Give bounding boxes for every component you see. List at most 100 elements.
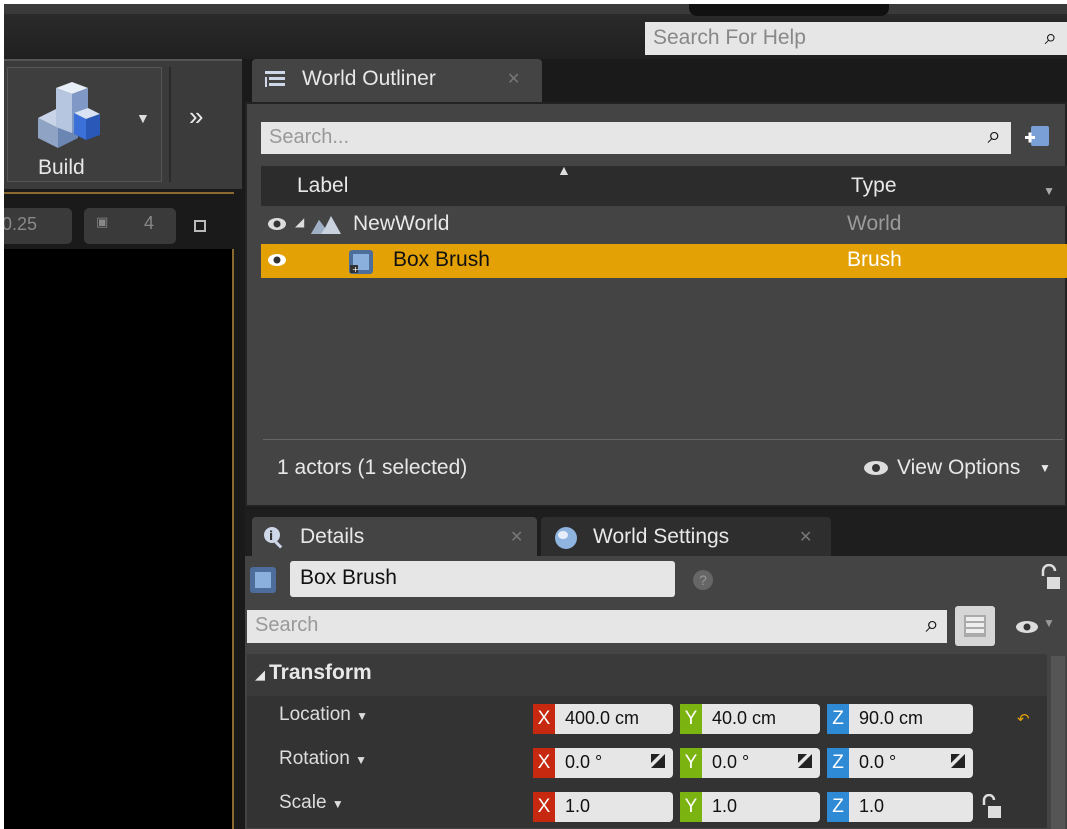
reset-to-default-icon[interactable]: ↶ [1017,710,1030,728]
chevron-down-icon: ▼ [356,709,369,723]
camera-icon: ▣ [96,214,109,229]
build-button[interactable]: ▼ Build [7,67,162,182]
outliner-search-input[interactable]: Search... ⌕ [261,122,1011,154]
scale-y-value: 1.0 [712,796,738,816]
column-type[interactable]: Type [851,174,897,198]
spin-handle-icon[interactable] [651,754,665,768]
brush-icon: + [349,250,373,274]
rotation-z-value: 0.0 ° [859,752,897,772]
spin-handle-icon[interactable] [951,754,965,768]
search-icon[interactable]: ⌕ [926,611,939,639]
toolbar-overflow-icon[interactable]: » [189,101,203,132]
outliner-row-box-brush[interactable]: + Box Brush Brush [261,244,1067,278]
eye-icon [864,461,888,475]
world-outliner-panel: Search... ⌕ ▲ Label Type ▼ ◢ NewWorld Wo… [245,102,1067,507]
scale-y-field[interactable]: 1.0 [702,792,820,822]
main-toolbar: ▼ Build » [4,59,242,189]
property-label[interactable]: Location ▼ [279,704,368,726]
lock-icon[interactable] [981,794,1003,820]
tab-label: World Outliner [302,67,436,90]
close-icon[interactable]: ✕ [510,527,523,547]
build-dropdown-icon[interactable]: ▼ [136,110,150,126]
axis-y-label: Y [680,748,702,778]
transform-section-header[interactable]: ◢ Transform [247,654,1047,696]
property-row-location: Location ▼ X 400.0 cm Y 40.0 cm Z 90.0 c… [247,696,1047,740]
details-search-input[interactable]: Search ⌕ [247,610,947,643]
build-label: Build [38,156,85,179]
column-label[interactable]: Label [297,174,348,198]
row-label: Box Brush [393,248,490,271]
lock-icon[interactable] [1039,564,1061,592]
editor-window: Search For Help ⌕ ▼ Build » 0.25 ▣ 4 Wor… [4,4,1067,829]
location-z-value: 90.0 cm [859,708,924,728]
property-matrix-button[interactable] [955,606,995,646]
sort-ascending-icon[interactable]: ▲ [557,162,571,178]
svg-text:+: + [352,265,359,274]
add-folder-icon[interactable] [1023,122,1053,152]
spin-handle-icon[interactable] [798,754,812,768]
location-y-value: 40.0 cm [712,708,777,728]
close-icon[interactable]: ✕ [507,69,520,89]
camera-speed-button[interactable]: ▣ 4 [84,208,176,244]
column-dropdown-icon[interactable]: ▼ [1043,184,1055,198]
scale-z-field[interactable]: 1.0 [849,792,973,822]
axis-x-label: X [533,792,555,822]
info-magnifier-icon: i [264,527,283,549]
visibility-eye-icon[interactable] [267,251,287,269]
property-row-scale: Scale ▼ X 1.0 Y 1.0 Z 1.0 [247,784,1047,828]
property-label[interactable]: Rotation ▼ [279,748,367,770]
axis-z-label: Z [827,792,849,822]
help-search-input[interactable]: Search For Help ⌕ [645,22,1067,55]
actor-name-value: Box Brush [300,566,397,589]
top-bar: Search For Help ⌕ [4,4,1067,59]
view-options-label: View Options [897,456,1021,479]
property-label[interactable]: Scale ▼ [279,792,344,814]
location-z-field[interactable]: 90.0 cm [849,704,973,734]
svg-text:i: i [269,529,273,543]
chevron-down-icon: ▼ [1039,461,1051,475]
chevron-down-icon: ▼ [331,797,344,811]
tab-details[interactable]: i Details ✕ [252,517,537,559]
brush-icon [250,567,276,593]
actor-name-field[interactable]: Box Brush [290,561,675,597]
rotation-y-value: 0.0 ° [712,752,750,772]
rotation-x-field[interactable]: 0.0 ° [555,748,673,778]
scale-z-value: 1.0 [859,796,885,816]
close-icon[interactable]: ✕ [799,527,812,547]
scale-x-field[interactable]: 1.0 [555,792,673,822]
expand-arrow-icon[interactable]: ◢ [295,215,304,229]
snap-scale-value: 0.25 [4,214,38,234]
tab-label: Details [300,525,365,548]
tab-world-outliner[interactable]: World Outliner ✕ [252,59,542,103]
world-settings-globe-icon [555,527,577,549]
snap-scale-button[interactable]: 0.25 [4,208,72,244]
chevron-down-icon[interactable]: ▼ [1043,616,1055,630]
outliner-search-placeholder: Search... [269,126,350,148]
help-search-placeholder: Search For Help [653,26,806,49]
help-icon[interactable]: ? [693,570,713,590]
level-viewport[interactable]: 0.25 ▣ 4 [4,192,234,829]
visibility-eye-icon[interactable] [267,215,287,233]
maximize-viewport-icon[interactable] [194,220,206,232]
tab-world-settings[interactable]: World Settings ✕ [541,517,831,559]
outliner-list-icon [265,71,285,87]
details-scrollbar[interactable] [1051,656,1065,829]
axis-z-label: Z [827,748,849,778]
details-search-placeholder: Search [255,614,319,636]
build-icon [38,82,100,148]
location-x-field[interactable]: 400.0 cm [555,704,673,734]
outliner-row-newworld[interactable]: ◢ NewWorld World [261,208,1067,242]
search-icon[interactable]: ⌕ [1045,24,1057,50]
visibility-filter-eye-icon[interactable] [1015,620,1039,634]
details-panel: Box Brush ? Search ⌕ ▼ ◢ Transform Locat… [245,556,1067,829]
rotation-x-value: 0.0 ° [565,752,603,772]
collapse-arrow-icon: ◢ [255,667,265,682]
rotation-y-field[interactable]: 0.0 ° [702,748,820,778]
property-row-rotation: Rotation ▼ X 0.0 ° Y 0.0 ° Z 0.0 ° [247,740,1047,784]
section-title: Transform [269,661,372,684]
tab-label: World Settings [593,525,730,548]
rotation-z-field[interactable]: 0.0 ° [849,748,973,778]
scale-x-value: 1.0 [565,796,591,816]
location-y-field[interactable]: 40.0 cm [702,704,820,734]
search-icon[interactable]: ⌕ [988,122,1001,150]
